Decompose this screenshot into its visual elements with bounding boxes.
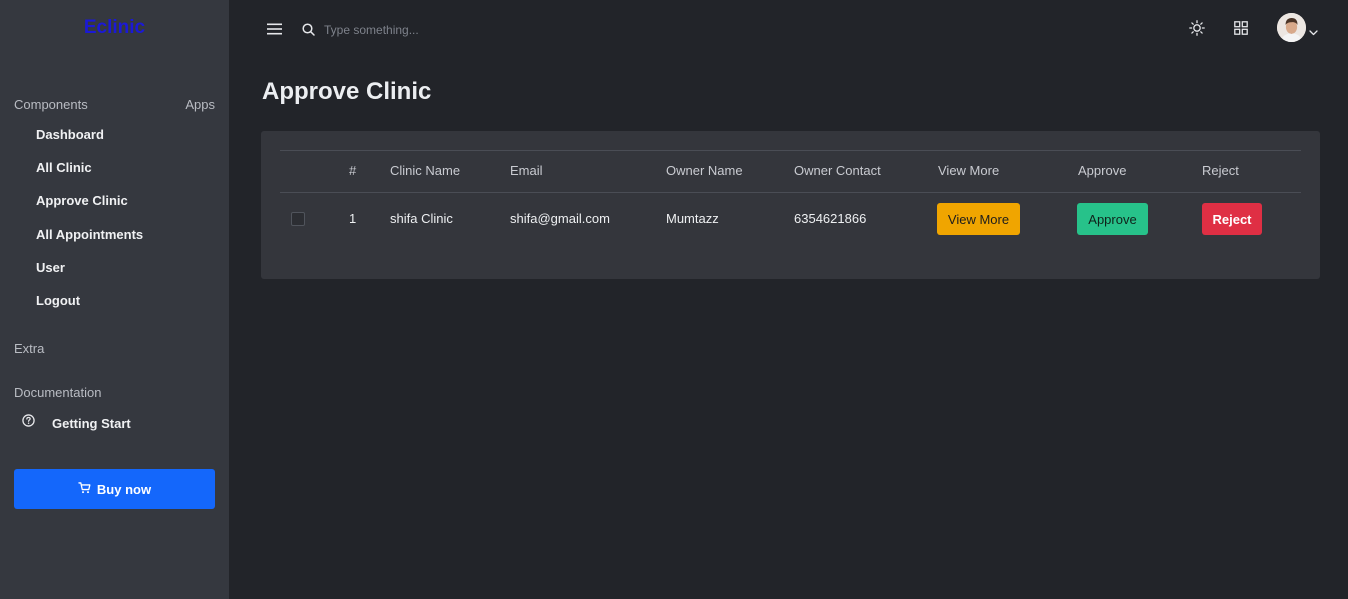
brand-logo[interactable]: Eclinic (0, 17, 229, 39)
chevron-down-icon[interactable] (1309, 23, 1318, 41)
menu-icon[interactable] (267, 22, 282, 40)
row-owner-contact: 6354621866 (794, 211, 867, 226)
sidebar-section-header: Components Apps (14, 97, 215, 112)
sidebar-item-user[interactable]: User (36, 260, 65, 275)
grid-icon[interactable] (1234, 21, 1248, 40)
view-more-button[interactable]: View More (937, 203, 1020, 235)
column-header-view-more: View More (938, 163, 1000, 178)
column-header-clinic-name: Clinic Name (390, 163, 461, 178)
search-input[interactable] (318, 19, 618, 41)
column-header-owner-name: Owner Name (666, 163, 743, 178)
section-components-label[interactable]: Components (14, 97, 88, 112)
buy-now-label: Buy now (96, 481, 152, 497)
cart-icon (78, 481, 97, 497)
sidebar-item-dashboard[interactable]: Dashboard (36, 127, 104, 142)
column-header-owner-contact: Owner Contact (794, 163, 881, 178)
getting-start-label: Getting Start (52, 415, 131, 431)
approve-clinic-table-card: # Clinic Name Email Owner Name Owner Con… (261, 131, 1320, 279)
approve-button[interactable]: Approve (1077, 203, 1148, 235)
row-email: shifa@gmail.com (510, 211, 610, 226)
column-header-approve: Approve (1078, 163, 1127, 178)
row-clinic-name: shifa Clinic (390, 211, 453, 226)
page-title: Approve Clinic (262, 78, 432, 105)
search-icon (302, 23, 315, 41)
row-owner-name: Mumtazz (666, 211, 719, 226)
section-extra-label: Extra (14, 341, 45, 356)
column-header-reject: Reject (1202, 163, 1239, 178)
sidebar-item-all-appointments[interactable]: All Appointments (36, 227, 143, 242)
app-root: Eclinic Components Apps Dashboard All Cl… (0, 0, 1348, 599)
section-documentation-label: Documentation (14, 385, 102, 400)
sun-icon[interactable] (1189, 20, 1205, 41)
sidebar-item-logout[interactable]: Logout (36, 293, 80, 308)
sidebar-item-all-clinic[interactable]: All Clinic (36, 160, 92, 175)
column-header-email: Email (510, 163, 543, 178)
reject-button[interactable]: Reject (1202, 203, 1262, 235)
sidebar: Eclinic Components Apps Dashboard All Cl… (0, 0, 229, 599)
row-index: 1 (349, 211, 357, 226)
table-top-divider (280, 150, 1301, 151)
column-header-index: # (349, 163, 357, 178)
row-select-checkbox[interactable] (291, 212, 305, 226)
section-apps-label[interactable]: Apps (185, 97, 215, 112)
sidebar-item-getting-start[interactable]: Getting Start (22, 414, 131, 432)
table-header-divider (280, 192, 1301, 193)
buy-now-button[interactable]: Buy now (14, 469, 215, 509)
avatar[interactable] (1277, 13, 1306, 42)
question-circle-icon (22, 414, 35, 432)
sidebar-item-approve-clinic[interactable]: Approve Clinic (36, 193, 128, 208)
